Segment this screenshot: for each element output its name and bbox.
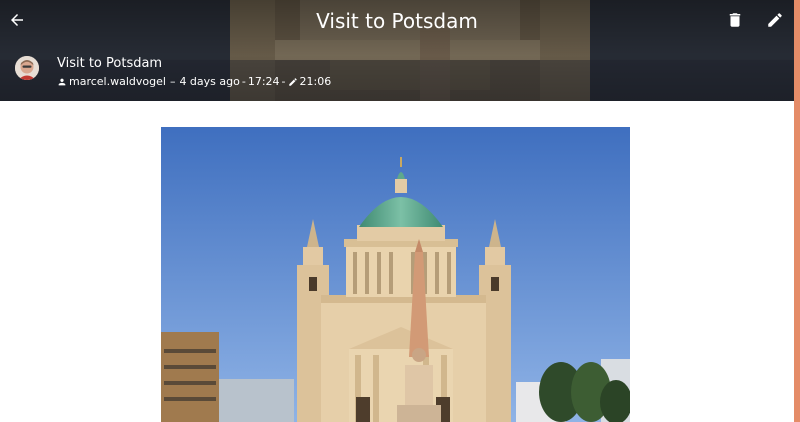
meta-separator: - (281, 75, 286, 88)
entry-age: 4 days ago (179, 75, 240, 88)
avatar[interactable] (15, 56, 39, 80)
entry-header: Visit to Potsdam Visit to Potsdam marcel… (0, 0, 794, 101)
edited-info: 21:06 (288, 74, 332, 90)
entry-photo[interactable] (161, 127, 630, 422)
entry-time: 17:24 (247, 75, 280, 88)
meta-separator: - (241, 75, 246, 88)
edited-time: 21:06 (299, 75, 332, 88)
edit-button[interactable] (761, 6, 789, 34)
author-name: marcel.waldvogel (69, 75, 166, 88)
page-title: Visit to Potsdam (316, 9, 478, 33)
author[interactable]: marcel.waldvogel (57, 74, 166, 90)
entry-title: Visit to Potsdam (57, 56, 163, 71)
scrollbar-accent (794, 0, 800, 422)
trash-icon (729, 13, 741, 27)
entry-meta: marcel.waldvogel – 4 days ago - 17:24 - … (57, 74, 331, 90)
pencil-icon (288, 78, 297, 86)
pencil-icon (768, 13, 782, 27)
delete-button[interactable] (721, 6, 749, 34)
person-icon (58, 78, 66, 86)
meta-separator: – (169, 75, 176, 88)
avatar-image (15, 56, 39, 80)
church-photo (161, 127, 630, 422)
